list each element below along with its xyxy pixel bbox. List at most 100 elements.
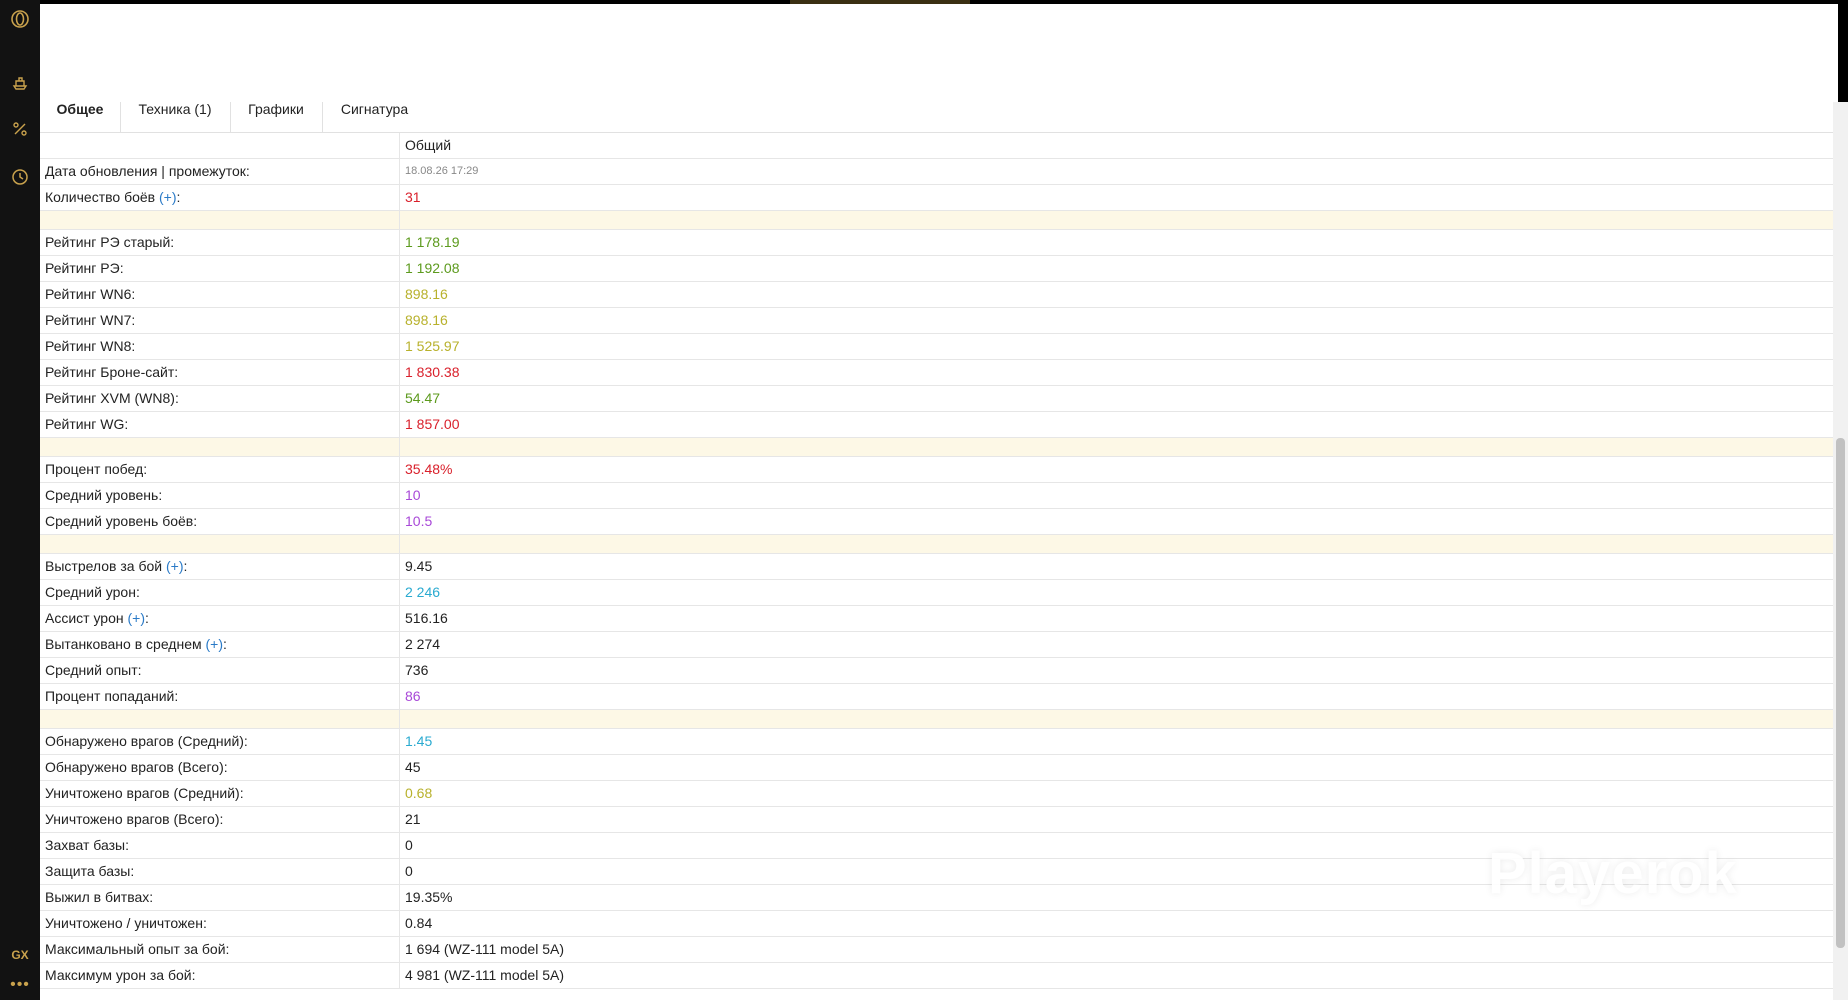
tab-label: Техника (1) — [138, 102, 212, 117]
stat-value: 1 830.38 — [399, 359, 1833, 386]
stat-label: Количество боёв (+): — [40, 184, 400, 211]
table-row: Максимум урон за бой: 4 981 (WZ-111 mode… — [40, 962, 1833, 989]
stat-label: Средний уровень боёв: — [40, 508, 400, 535]
table-row: Количество боёв (+): 31 — [40, 184, 1833, 211]
stat-value: 516.16 — [399, 605, 1833, 632]
gx-icon[interactable]: GX — [0, 940, 40, 970]
stat-value: 9.45 — [399, 553, 1833, 580]
table-row: Рейтинг Броне-сайт: 1 830.38 — [40, 359, 1833, 386]
table-row: Средний опыт: 736 — [40, 657, 1833, 684]
stat-value: 898.16 — [399, 307, 1833, 334]
table-row: Вытанковано в среднем (+): 2 274 — [40, 631, 1833, 658]
table-row: Рейтинг WG: 1 857.00 — [40, 411, 1833, 438]
table-row: Максимальный опыт за бой: 1 694 (WZ-111 … — [40, 936, 1833, 963]
separator-row — [40, 210, 1833, 230]
tab-label: Общее — [56, 102, 104, 117]
stat-label: Рейтинг WN6: — [40, 281, 400, 308]
table-row: Рейтинг XVM (WN8): 54.47 — [40, 385, 1833, 412]
expand-link[interactable]: (+) — [206, 636, 224, 652]
browser-sidebar: GX ••• — [0, 0, 40, 1000]
stat-label: Защита базы: — [40, 858, 400, 885]
stat-label-text: Выстрелов за бой — [45, 558, 163, 574]
tab-label: Графики — [248, 102, 304, 117]
table-row: Рейтинг РЭ старый: 1 178.19 — [40, 229, 1833, 256]
stat-label: Дата обновления | промежуток: — [40, 158, 400, 185]
scrollbar-thumb[interactable] — [1836, 438, 1845, 948]
stat-label: Уничтожено врагов (Всего): — [40, 806, 400, 833]
stat-value: 21 — [399, 806, 1833, 833]
tab-general[interactable]: Общее — [40, 102, 121, 132]
stat-label-text: Вытанковано в среднем — [45, 636, 202, 652]
stat-value: 1 178.19 — [399, 229, 1833, 256]
stat-label: Уничтожено врагов (Средний): — [40, 780, 400, 807]
expand-link[interactable]: (+) — [128, 610, 146, 626]
ship-icon[interactable] — [0, 68, 40, 98]
more-icon[interactable]: ••• — [0, 970, 40, 1000]
stat-label: Обнаружено врагов (Средний): — [40, 728, 400, 755]
tab-bar: Общее Техника (1) Графики Сигнатура — [40, 102, 1833, 133]
stat-value: 1 192.08 — [399, 255, 1833, 282]
stat-label: Рейтинг РЭ: — [40, 255, 400, 282]
expand-link[interactable]: (+) — [166, 558, 184, 574]
tab-vehicles[interactable]: Техника (1) — [120, 102, 231, 132]
stat-label-text: Ассист урон — [45, 610, 124, 626]
stat-label: Обнаружено врагов (Всего): — [40, 754, 400, 781]
table-row: Обнаружено врагов (Всего): 45 — [40, 754, 1833, 781]
expand-link[interactable]: (+) — [159, 189, 177, 205]
stat-value: 2 274 — [399, 631, 1833, 658]
stat-label: Выстрелов за бой (+): — [40, 553, 400, 580]
table-row: Обнаружено врагов (Средний): 1.45 — [40, 728, 1833, 755]
stat-value: 0.84 — [399, 910, 1833, 937]
stat-value: 18.08.26 17:29 — [399, 158, 1833, 185]
stat-label: Рейтинг Броне-сайт: — [40, 359, 400, 386]
column-header-general: Общий — [399, 133, 1833, 159]
separator-row — [40, 437, 1833, 457]
stat-label: Рейтинг WG: — [40, 411, 400, 438]
stat-label: Средний урон: — [40, 579, 400, 606]
stat-label: Процент попаданий: — [40, 683, 400, 710]
stat-value: 86 — [399, 683, 1833, 710]
stat-value: 1 857.00 — [399, 411, 1833, 438]
stat-label: Средний уровень: — [40, 482, 400, 509]
stat-label: Выжил в битвах: — [40, 884, 400, 911]
opera-logo-icon[interactable] — [0, 4, 40, 34]
clock-icon[interactable] — [0, 162, 40, 192]
table-row: Процент побед: 35.48% — [40, 456, 1833, 483]
table-row: Средний уровень боёв: 10.5 — [40, 508, 1833, 535]
tab-signature[interactable]: Сигнатура — [322, 102, 427, 132]
stat-value: 898.16 — [399, 281, 1833, 308]
vertical-scrollbar[interactable] — [1833, 102, 1848, 1000]
stat-value: 54.47 — [399, 385, 1833, 412]
table-row: Ассист урон (+): 516.16 — [40, 605, 1833, 632]
stat-label: Процент побед: — [40, 456, 400, 483]
table-row: Уничтожено врагов (Средний): 0.68 — [40, 780, 1833, 807]
header-empty-cell — [40, 133, 400, 159]
stat-label: Ассист урон (+): — [40, 605, 400, 632]
percent-icon[interactable] — [0, 114, 40, 144]
stat-value: 10 — [399, 482, 1833, 509]
stat-value: 31 — [399, 184, 1833, 211]
stat-label: Рейтинг WN7: — [40, 307, 400, 334]
watermark: Playerok — [1488, 841, 1738, 906]
stat-value: 10.5 — [399, 508, 1833, 535]
stat-label: Рейтинг WN8: — [40, 333, 400, 360]
stat-value: 1 525.97 — [399, 333, 1833, 360]
table-header-row: Общий — [40, 133, 1833, 159]
table-row: Выстрелов за бой (+): 9.45 — [40, 553, 1833, 580]
table-row: Уничтожено врагов (Всего): 21 — [40, 806, 1833, 833]
stat-value: 45 — [399, 754, 1833, 781]
table-row: Рейтинг РЭ: 1 192.08 — [40, 255, 1833, 282]
table-row: Процент попаданий: 86 — [40, 683, 1833, 710]
tab-charts[interactable]: Графики — [230, 102, 323, 132]
stat-value: 2 246 — [399, 579, 1833, 606]
stat-label: Рейтинг XVM (WN8): — [40, 385, 400, 412]
stat-value: 736 — [399, 657, 1833, 684]
table-row: Дата обновления | промежуток: 18.08.26 1… — [40, 158, 1833, 185]
stat-label: Максимум урон за бой: — [40, 962, 400, 989]
separator-row — [40, 709, 1833, 729]
stat-value: 35.48% — [399, 456, 1833, 483]
table-row: Рейтинг WN7: 898.16 — [40, 307, 1833, 334]
stat-label-text: Количество боёв — [45, 189, 156, 205]
stat-value: 1.45 — [399, 728, 1833, 755]
tab-label: Сигнатура — [340, 102, 409, 117]
